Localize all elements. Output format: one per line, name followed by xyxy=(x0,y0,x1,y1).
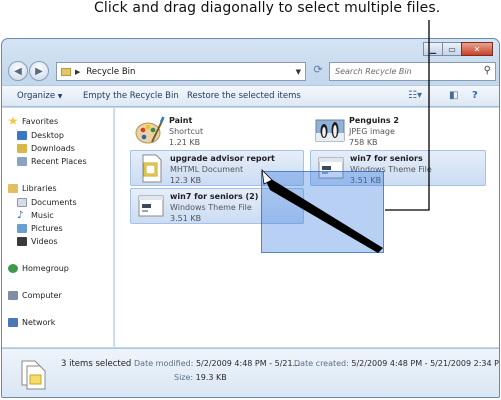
total-size: Size: 19.3 KB xyxy=(174,373,227,382)
back-button[interactable]: ◀ xyxy=(8,61,28,81)
window-caption-buttons: ▁ ▭ ✕ xyxy=(423,42,493,56)
navigation-pane: Favorites Desktop Downloads Recent Place… xyxy=(2,108,114,347)
file-item-paint[interactable]: Paint Shortcut 1.21 KB xyxy=(130,113,300,149)
command-bar: Organize ▼ Empty the Recycle Bin Restore… xyxy=(2,85,499,107)
address-bar[interactable]: ▶ Recycle Bin ▼ xyxy=(56,62,306,81)
libraries-icon xyxy=(8,183,18,193)
file-type: Windows Theme File xyxy=(170,203,252,212)
file-type: JPEG image xyxy=(349,127,395,136)
nav-music[interactable]: ♪ Music xyxy=(17,209,54,221)
view-options-icon[interactable]: ☷▾ xyxy=(408,90,422,101)
restore-selected-button[interactable]: Restore the selected items xyxy=(187,91,301,101)
homegroup-icon xyxy=(8,263,18,273)
file-size: 758 KB xyxy=(349,138,378,147)
nav-downloads[interactable]: Downloads xyxy=(17,142,75,154)
file-name: Penguins 2 xyxy=(349,116,399,125)
selection-count: 3 items selected xyxy=(61,359,132,369)
mhtml-document-icon xyxy=(142,154,162,183)
network-icon xyxy=(8,317,18,327)
paint-palette-icon xyxy=(135,116,165,144)
refresh-button[interactable]: ⟳ xyxy=(309,63,327,80)
file-name: win7 for seniors xyxy=(350,154,423,163)
date-created-label: Date created: xyxy=(294,359,349,368)
breadcrumb-separator-icon[interactable]: ▶ xyxy=(75,68,80,76)
nav-recent-places[interactable]: Recent Places xyxy=(17,155,87,167)
organize-dropdown-icon: ▼ xyxy=(57,93,63,100)
date-modified-value: 5/2/2009 4:48 PM - 5/21... xyxy=(195,359,301,368)
search-icon[interactable]: ⚲ xyxy=(484,65,491,76)
file-type: MHTML Document xyxy=(170,165,244,174)
explorer-window: ▁ ▭ ✕ ◀ ▶ ▶ Recycle Bin ▼ ⟳ Search Recyc… xyxy=(1,38,500,398)
computer-icon xyxy=(8,290,18,300)
address-row: ◀ ▶ ▶ Recycle Bin ▼ ⟳ Search Recycle Bin… xyxy=(6,59,496,83)
file-type: Shortcut xyxy=(169,127,204,136)
nav-desktop[interactable]: Desktop xyxy=(17,129,64,141)
back-arrow-icon: ◀ xyxy=(14,65,22,77)
file-name: win7 for seniors (2) xyxy=(170,192,259,201)
selection-marquee xyxy=(261,171,384,253)
file-item-penguins[interactable]: Penguins 2 JPEG image 758 KB xyxy=(310,113,485,149)
nav-videos[interactable]: Videos xyxy=(17,235,58,247)
multiple-files-icon xyxy=(21,360,46,390)
file-size: 12.3 KB xyxy=(170,176,202,185)
date-created-value: 5/2/2009 4:48 PM - 5/21/2009 2:34 PM xyxy=(351,359,500,368)
theme-file-icon xyxy=(138,195,164,217)
favorites-star-icon xyxy=(8,116,18,125)
maximize-button[interactable]: ▭ xyxy=(442,42,462,56)
penguins-image-thumbnail-icon xyxy=(315,119,345,142)
refresh-icon: ⟳ xyxy=(313,63,323,76)
recycle-bin-small-icon xyxy=(61,67,71,76)
forward-arrow-icon: ▶ xyxy=(35,65,43,77)
organize-button[interactable]: Organize ▼ xyxy=(17,91,62,101)
nav-favorites[interactable]: Favorites xyxy=(8,115,58,127)
date-modified-label: Date modified: xyxy=(134,359,194,368)
pictures-icon xyxy=(17,223,27,233)
forward-button[interactable]: ▶ xyxy=(29,61,49,81)
size-value: 19.3 KB xyxy=(195,373,227,382)
videos-film-icon xyxy=(17,236,27,246)
help-icon[interactable]: ? xyxy=(472,90,478,101)
desktop-icon xyxy=(17,130,27,140)
screenshot-root: Click and drag diagonally to select mult… xyxy=(0,0,501,400)
address-text: Recycle Bin xyxy=(86,66,136,77)
documents-icon xyxy=(17,197,27,207)
details-pane: 3 items selected Date modified: 5/2/2009… xyxy=(2,348,500,397)
nav-network[interactable]: Network xyxy=(8,316,55,328)
address-dropdown-icon[interactable]: ▼ xyxy=(296,68,301,76)
nav-computer[interactable]: Computer xyxy=(8,289,62,301)
music-note-icon: ♪ xyxy=(17,209,24,221)
file-name: upgrade advisor report xyxy=(170,154,275,163)
date-modified: Date modified: 5/2/2009 4:48 PM - 5/21..… xyxy=(134,359,300,368)
recent-places-icon xyxy=(17,156,27,166)
preview-pane-icon[interactable]: ◧ xyxy=(449,90,458,101)
search-input[interactable]: Search Recycle Bin ⚲ xyxy=(329,62,496,81)
search-placeholder: Search Recycle Bin xyxy=(335,67,412,76)
nav-homegroup[interactable]: Homegroup xyxy=(8,262,69,274)
size-label: Size: xyxy=(174,373,194,382)
downloads-icon xyxy=(17,143,27,153)
file-name: Paint xyxy=(169,116,193,125)
nav-libraries[interactable]: Libraries xyxy=(8,182,57,194)
nav-pictures[interactable]: Pictures xyxy=(17,222,63,234)
nav-documents[interactable]: Documents xyxy=(17,196,77,208)
file-size: 3.51 KB xyxy=(170,214,202,223)
empty-recycle-bin-button[interactable]: Empty the Recycle Bin xyxy=(83,91,179,101)
file-size: 1.21 KB xyxy=(169,138,201,147)
instruction-callout: Click and drag diagonally to select mult… xyxy=(94,0,441,16)
minimize-button[interactable]: ▁ xyxy=(423,42,443,56)
close-button[interactable]: ✕ xyxy=(461,42,493,56)
date-created: Date created: 5/2/2009 4:48 PM - 5/21/20… xyxy=(294,359,500,368)
